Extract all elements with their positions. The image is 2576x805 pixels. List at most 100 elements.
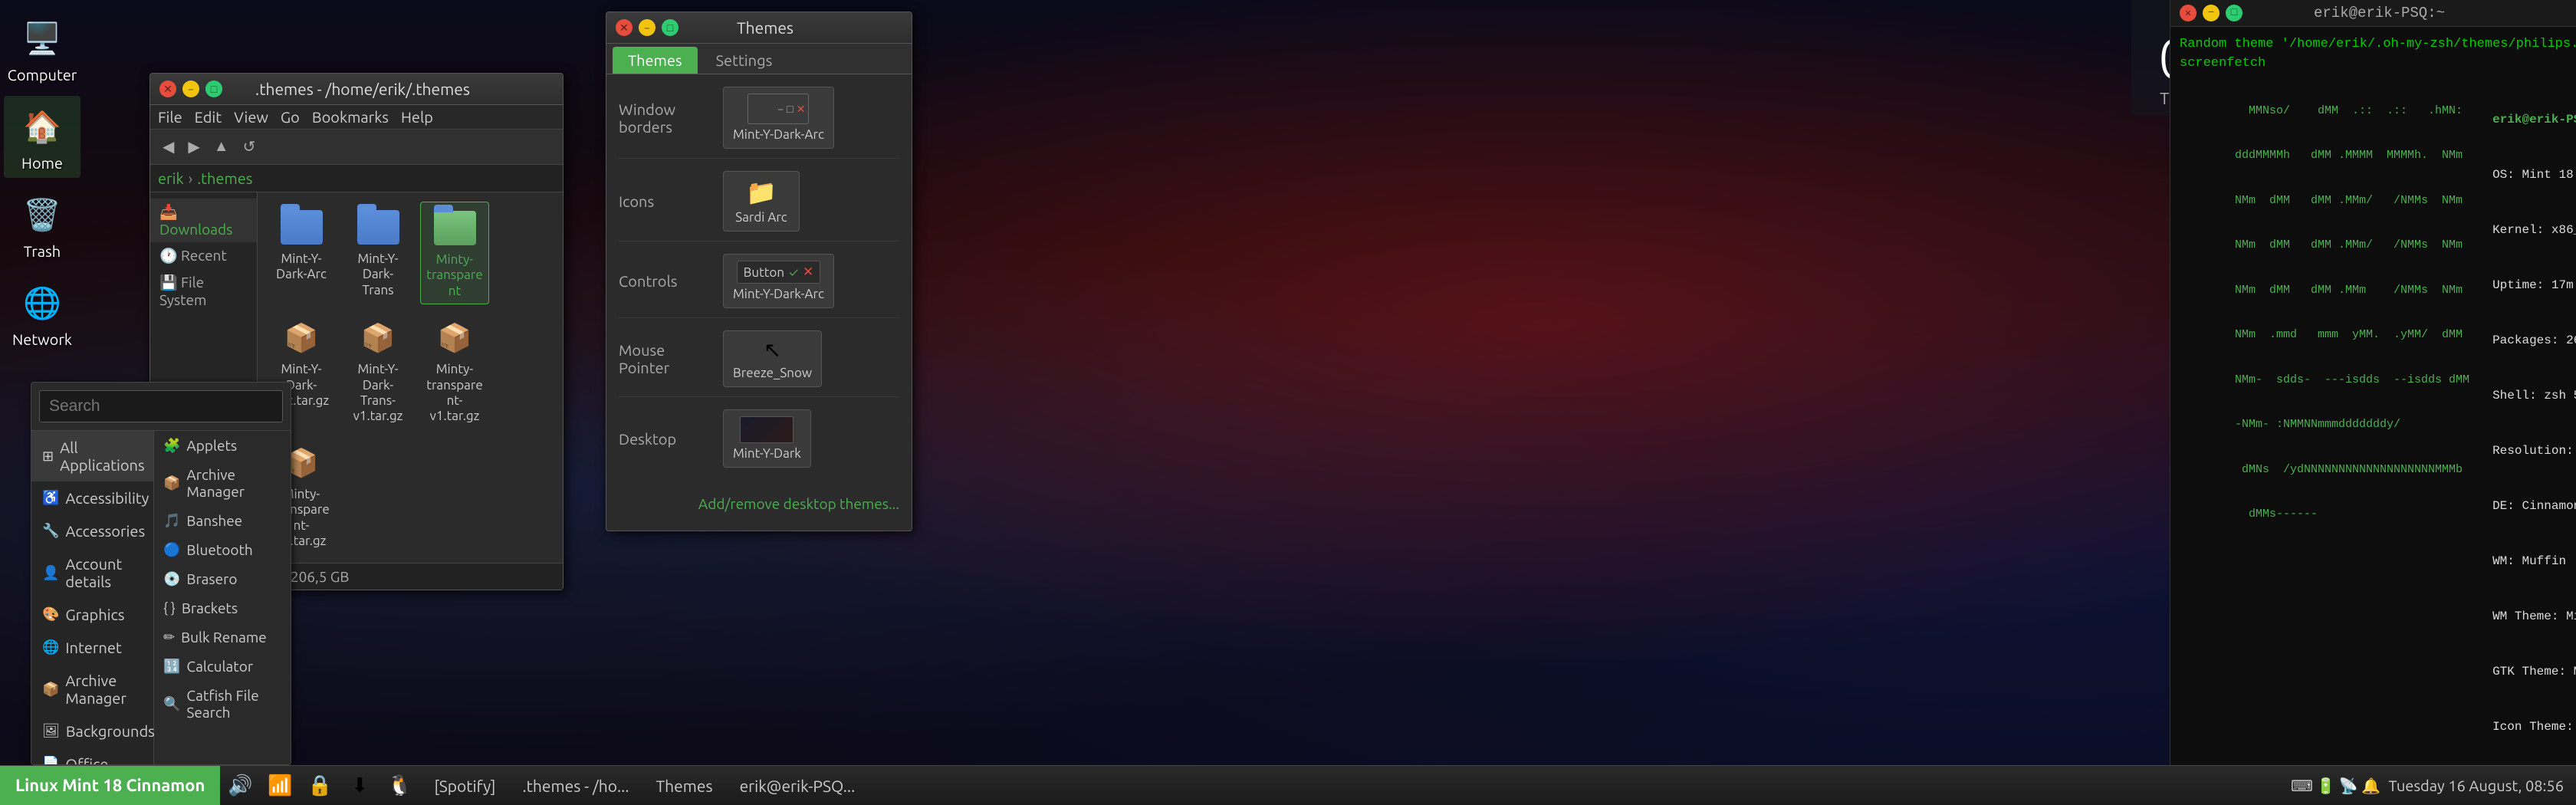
cat-accessories[interactable]: 🔧 Accessories bbox=[31, 514, 153, 547]
start-button[interactable]: Linux Mint 18 Cinnamon bbox=[0, 766, 220, 805]
file-mint-y-dark-trans[interactable]: Mint-Y-Dark-Trans bbox=[343, 202, 412, 304]
terminal-max[interactable]: □ bbox=[2226, 5, 2242, 21]
file-manager-toolbar: ◀ ▶ ▲ ↺ bbox=[150, 130, 563, 165]
cat-internet[interactable]: 🌐 Internet bbox=[31, 631, 153, 664]
fm-menu-go[interactable]: Go bbox=[281, 108, 300, 126]
menu-item-bulk-rename[interactable]: ✏ Bulk Rename bbox=[154, 623, 291, 652]
trash-label: Trash bbox=[24, 242, 61, 260]
fm-reload-button[interactable]: ↺ bbox=[238, 134, 261, 159]
fm-back-button[interactable]: ◀ bbox=[158, 134, 179, 159]
taskbar-icon-5[interactable]: 🐧 bbox=[380, 766, 419, 805]
taskbar-icon-1[interactable]: 🔊 bbox=[220, 766, 260, 805]
menu-item-banshee[interactable]: 🎵 Banshee bbox=[154, 506, 291, 535]
file-manager-location: erik › .themes bbox=[150, 165, 563, 192]
term-line: MMNso/ dMM .:: .:: .hMN: dddMMMMh dMM .M… bbox=[2180, 74, 2567, 761]
taskbar-clock[interactable]: Tuesday 16 August, 08:56 bbox=[2388, 777, 2564, 794]
taskbar-item-themes[interactable]: Themes bbox=[642, 766, 725, 805]
taskbar-apps: 🔊 📶 🔒 ⬇ 🐧 [Spotify] .themes - /ho... The… bbox=[220, 766, 2279, 805]
breadcrumb-home[interactable]: erik bbox=[158, 169, 184, 187]
cat-graphics[interactable]: 🎨 Graphics bbox=[31, 598, 153, 631]
fm-up-button[interactable]: ▲ bbox=[209, 135, 234, 159]
file-trans-v1-targz[interactable]: 📦 Mint-Y-Dark-Trans-v1.tar.gz bbox=[343, 312, 412, 429]
cat-backgrounds[interactable]: 🖼 Backgrounds bbox=[31, 715, 153, 748]
cat-office[interactable]: 📄 Office bbox=[31, 748, 153, 765]
close-button[interactable]: ✕ bbox=[159, 80, 176, 97]
tab-settings[interactable]: Settings bbox=[701, 47, 788, 74]
window-controls: ✕ − □ bbox=[159, 80, 222, 97]
app-menu-categories: ⊞ All Applications ♿ Accessibility 🔧 Acc… bbox=[31, 431, 154, 765]
terminal-min[interactable]: − bbox=[2203, 5, 2220, 21]
menu-item-archive[interactable]: 📦 Archive Manager bbox=[154, 460, 291, 506]
taskbar-icon-3[interactable]: 🔒 bbox=[300, 766, 340, 805]
window-border-demo: − □ ✕ bbox=[748, 94, 809, 124]
home-label: Home bbox=[21, 154, 63, 172]
fm-menu-edit[interactable]: Edit bbox=[195, 108, 222, 126]
themes-max-button[interactable]: □ bbox=[662, 19, 678, 36]
window-borders-preview[interactable]: − □ ✕ Mint-Y-Dark-Arc bbox=[723, 87, 834, 149]
menu-item-applets[interactable]: 🧩 Applets bbox=[154, 431, 291, 460]
file-mint-y-dark-arc[interactable]: Mint-Y-Dark-Arc bbox=[267, 202, 336, 304]
file-minty-v1-targz[interactable]: 📦 Minty-transparent-v1.tar.gz bbox=[420, 312, 489, 429]
cat-all-applications[interactable]: ⊞ All Applications bbox=[31, 431, 153, 481]
folder-icon bbox=[357, 210, 399, 245]
desktop-icon-home[interactable]: 🏠 Home bbox=[4, 96, 80, 178]
taskbar-icon-2[interactable]: 📶 bbox=[260, 766, 300, 805]
desktop-icon-network[interactable]: 🌐 Network bbox=[4, 272, 80, 354]
menu-item-calculator[interactable]: 🔢 Calculator bbox=[154, 652, 291, 681]
icons-demo: 📁 bbox=[746, 178, 777, 207]
fm-menu-view[interactable]: View bbox=[234, 108, 268, 126]
search-input[interactable] bbox=[39, 390, 283, 422]
themes-tabs: Themes Settings bbox=[606, 44, 912, 74]
terminal-window: ✕ − □ erik@erik-PSQ:~ Random theme '/hom… bbox=[2170, 0, 2576, 765]
file-minty-transparent[interactable]: Minty-transparent bbox=[420, 202, 489, 304]
minimize-button[interactable]: − bbox=[182, 80, 199, 97]
fm-menu-help[interactable]: Help bbox=[401, 108, 433, 126]
maximize-button[interactable]: □ bbox=[205, 80, 222, 97]
add-remove-link[interactable]: Add/remove desktop themes... bbox=[619, 489, 899, 518]
taskbar-item-spotify[interactable]: [Spotify] bbox=[419, 766, 508, 805]
tab-themes[interactable]: Themes bbox=[613, 47, 698, 74]
icons-preview[interactable]: 📁 Sardi Arc bbox=[723, 171, 800, 232]
taskbar-item-themes-dir[interactable]: .themes - /ho... bbox=[508, 766, 642, 805]
theme-section-icons: Icons 📁 Sardi Arc bbox=[619, 171, 899, 242]
accessibility-icon: ♿ bbox=[42, 490, 59, 506]
themes-controls: ✕ − □ bbox=[616, 19, 678, 36]
fm-forward-button[interactable]: ▶ bbox=[183, 134, 204, 159]
taskbar-icon-4[interactable]: ⬇ bbox=[340, 766, 380, 805]
computer-label: Computer bbox=[8, 66, 77, 84]
folder-icon bbox=[281, 210, 323, 245]
controls-preview[interactable]: Button ✓ ✕ Mint-Y-Dark-Arc bbox=[723, 254, 834, 308]
mouse-preview[interactable]: ↖ Breeze_Snow bbox=[723, 330, 822, 387]
fm-menu-file[interactable]: File bbox=[158, 108, 182, 126]
sidebar-downloads[interactable]: 📥 Downloads bbox=[150, 199, 257, 242]
terminal-controls: ✕ − □ bbox=[2180, 5, 2242, 21]
network-icon: 🌐 bbox=[18, 278, 67, 327]
trash-icon: 🗑️ bbox=[18, 190, 67, 239]
menu-item-catfish[interactable]: 🔍 Catfish File Search bbox=[154, 681, 291, 722]
themes-min-button[interactable]: − bbox=[639, 19, 656, 36]
fm-menu-bookmarks[interactable]: Bookmarks bbox=[312, 108, 389, 126]
desktop-preview[interactable]: Mint-Y-Dark bbox=[723, 409, 811, 468]
desktop-icon-trash[interactable]: 🗑️ Trash bbox=[4, 184, 80, 266]
cat-archive[interactable]: 📦 Archive Manager bbox=[31, 664, 153, 715]
terminal-close[interactable]: ✕ bbox=[2180, 5, 2196, 21]
menu-item-brackets[interactable]: { } Brackets bbox=[154, 593, 291, 623]
taskbar: Linux Mint 18 Cinnamon 🔊 📶 🔒 ⬇ 🐧 [Spotif… bbox=[0, 765, 2576, 805]
app-menu-search-area bbox=[31, 383, 291, 431]
menu-item-brasero[interactable]: 💿 Brasero bbox=[154, 564, 291, 593]
cat-accessibility[interactable]: ♿ Accessibility bbox=[31, 481, 153, 514]
cat-account[interactable]: 👤 Account details bbox=[31, 547, 153, 598]
sidebar-filesystem[interactable]: 💾 File System bbox=[150, 269, 257, 313]
taskbar-item-terminal[interactable]: erik@erik-PSQ... bbox=[725, 766, 868, 805]
tray-icons: ⌨ 🔋 📡 🔔 bbox=[2291, 777, 2380, 795]
breadcrumb-themes[interactable]: .themes bbox=[197, 169, 252, 187]
terminal-content: Random theme '/home/erik/.oh-my-zsh/them… bbox=[2170, 27, 2576, 761]
accessories-icon: 🔧 bbox=[42, 523, 59, 539]
desktop-icon-computer[interactable]: 🖥️ Computer bbox=[4, 8, 80, 90]
sidebar-recent[interactable]: 🕐 Recent bbox=[150, 242, 257, 269]
menu-item-bluetooth[interactable]: 🔵 Bluetooth bbox=[154, 535, 291, 564]
theme-section-desktop: Desktop Mint-Y-Dark bbox=[619, 409, 899, 477]
themes-close-button[interactable]: ✕ bbox=[616, 19, 632, 36]
desktop-icons: 🖥️ Computer 🏠 Home 🗑️ Trash 🌐 Network bbox=[0, 0, 84, 362]
file-manager-titlebar: ✕ − □ .themes - /home/erik/.themes bbox=[150, 74, 563, 105]
